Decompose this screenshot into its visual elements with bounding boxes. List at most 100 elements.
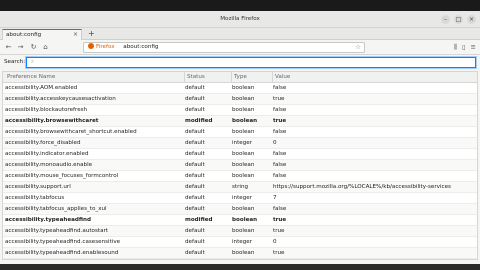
new-tab-icon[interactable]: + — [88, 29, 95, 39]
pref-status: default — [185, 239, 205, 245]
table-row[interactable]: accessibility.AOM.enabled default boolean f… — [3, 83, 477, 94]
search-input[interactable]: ⌕ — [26, 57, 476, 68]
pref-status: default — [185, 250, 205, 256]
search-row: Search: ⌕ — [0, 55, 480, 70]
pref-value: true — [273, 250, 285, 256]
pref-status: default — [185, 129, 205, 135]
table-header: Preference Name Status Type Value — [3, 72, 477, 83]
pref-status: default — [185, 140, 205, 146]
tab-about-config[interactable]: about:config × — [2, 29, 82, 40]
pref-name: accessibility.accesskeycausesactivation — [5, 96, 116, 102]
pref-value: 0 — [273, 239, 277, 245]
table-row[interactable]: accessibility.typeaheadfind.casesensitiv… — [3, 237, 477, 248]
pref-value: false — [273, 107, 287, 113]
pref-status: default — [185, 85, 205, 91]
toolbar-right: ⫼ ▯ ≡ — [454, 43, 476, 52]
table-row[interactable]: accessibility.typeaheadfind.enablesound d… — [3, 248, 477, 259]
pref-type: boolean — [232, 85, 255, 91]
pref-type: boolean — [232, 228, 255, 234]
pref-name: accessibility.browsewithcaret — [5, 118, 99, 124]
pref-name: accessibility.typeaheadfind — [5, 217, 92, 223]
maximize-button[interactable]: □ — [454, 15, 463, 24]
table-row[interactable]: accessibility.monoaudio.enable default boo… — [3, 160, 477, 171]
forward-arrow-icon[interactable]: → — [16, 43, 25, 52]
pref-value: false — [273, 85, 287, 91]
pref-value: false — [273, 151, 287, 157]
pref-name: accessibility.browsewithcaret_shortcut.e… — [5, 129, 137, 135]
table-row[interactable]: accessibility.browsewithcaret modified boo… — [3, 116, 477, 127]
table-row[interactable]: accessibility.force_disabled default integ… — [3, 138, 477, 149]
column-preference-name[interactable]: Preference Name — [5, 72, 183, 82]
pref-status: modified — [185, 217, 213, 223]
screen-frame: Mozilla Firefox – □ × about:config × + ←… — [0, 0, 480, 270]
table-row[interactable]: accessibility.blockautorefresh default boo… — [3, 105, 477, 116]
pref-name: accessibility.blockautorefresh — [5, 107, 88, 113]
table-row[interactable]: accessibility.typeaheadfind.autostart def… — [3, 226, 477, 237]
column-type[interactable]: Type — [231, 72, 271, 82]
search-icon: ⌕ — [31, 59, 35, 65]
pref-type: boolean — [232, 151, 255, 157]
table-row[interactable]: accessibility.typeaheadfind modified boole… — [3, 215, 477, 226]
pref-type: string — [232, 184, 249, 190]
pref-name: accessibility.tabfocus_applies_to_xul — [5, 206, 107, 212]
back-arrow-icon[interactable]: ← — [4, 43, 13, 52]
title-bar: Mozilla Firefox – □ × — [0, 11, 480, 28]
star-icon[interactable]: ☆ — [355, 43, 361, 52]
pref-type: boolean — [232, 173, 255, 179]
pref-name: accessibility.support.url — [5, 184, 71, 190]
pref-value: true — [273, 217, 287, 223]
pref-name: accessibility.indicator.enabled — [5, 151, 89, 157]
pref-value: true — [273, 118, 287, 124]
pref-value: false — [273, 206, 287, 212]
pref-type: integer — [232, 195, 253, 201]
pref-name: accessibility.typeaheadfind.enablesound — [5, 250, 119, 256]
table-row[interactable]: accessibility.support.url default string ht… — [3, 182, 477, 193]
url-bar[interactable]: Firefox about:config ☆ — [83, 42, 365, 53]
table-row[interactable]: accessibility.mouse_focuses_formcontrol d… — [3, 171, 477, 182]
pref-type: integer — [232, 140, 253, 146]
table-body: accessibility.AOM.enabled default boolean f… — [3, 83, 477, 259]
bottom-bar — [0, 264, 480, 270]
reload-icon[interactable]: ↻ — [29, 43, 38, 52]
window-title: Mozilla Firefox — [220, 16, 260, 22]
close-tab-icon[interactable]: × — [73, 30, 78, 40]
table-row[interactable]: accessibility.tabfocus default integer 7 — [3, 193, 477, 204]
url-text: about:config — [123, 44, 159, 50]
sidebar-icon[interactable]: ▯ — [462, 43, 466, 52]
column-value[interactable]: Value — [272, 72, 472, 82]
table-row[interactable]: accessibility.indicator.enabled default bo… — [3, 149, 477, 160]
pref-status: default — [185, 184, 205, 190]
table-row[interactable]: accessibility.accesskeycausesactivation d… — [3, 94, 477, 105]
column-status[interactable]: Status — [184, 72, 230, 82]
pref-status: default — [185, 173, 205, 179]
table-row[interactable]: accessibility.tabfocus_applies_to_xul def… — [3, 204, 477, 215]
pref-value: 7 — [273, 195, 277, 201]
pref-value: https://support.mozilla.org/%LOCALE%/kb/… — [273, 184, 451, 190]
pref-type: boolean — [232, 107, 255, 113]
pref-value: false — [273, 129, 287, 135]
pref-status: modified — [185, 118, 213, 124]
pref-value: true — [273, 96, 285, 102]
minimize-button[interactable]: – — [441, 15, 450, 24]
pref-value: true — [273, 228, 285, 234]
pref-type: boolean — [232, 129, 255, 135]
pref-type: boolean — [232, 162, 255, 168]
pref-type: boolean — [232, 250, 255, 256]
pref-status: default — [185, 195, 205, 201]
pref-type: boolean — [232, 118, 258, 124]
pref-name: accessibility.force_disabled — [5, 140, 81, 146]
window-controls: – □ × — [441, 15, 476, 24]
pref-status: default — [185, 162, 205, 168]
pref-value: 0 — [273, 140, 277, 146]
pref-type: boolean — [232, 96, 255, 102]
home-icon[interactable]: ⌂ — [41, 43, 50, 52]
pref-value: false — [273, 173, 287, 179]
hamburger-menu-icon[interactable]: ≡ — [471, 43, 476, 52]
library-icon[interactable]: ⫼ — [454, 43, 457, 52]
pref-name: accessibility.tabfocus — [5, 195, 65, 201]
table-row[interactable]: accessibility.browsewithcaret_shortcut.e… — [3, 127, 477, 138]
pref-type: boolean — [232, 217, 258, 223]
close-window-button[interactable]: × — [467, 15, 476, 24]
pref-name: accessibility.typeaheadfind.casesensitiv… — [5, 239, 121, 245]
pref-status: default — [185, 96, 205, 102]
